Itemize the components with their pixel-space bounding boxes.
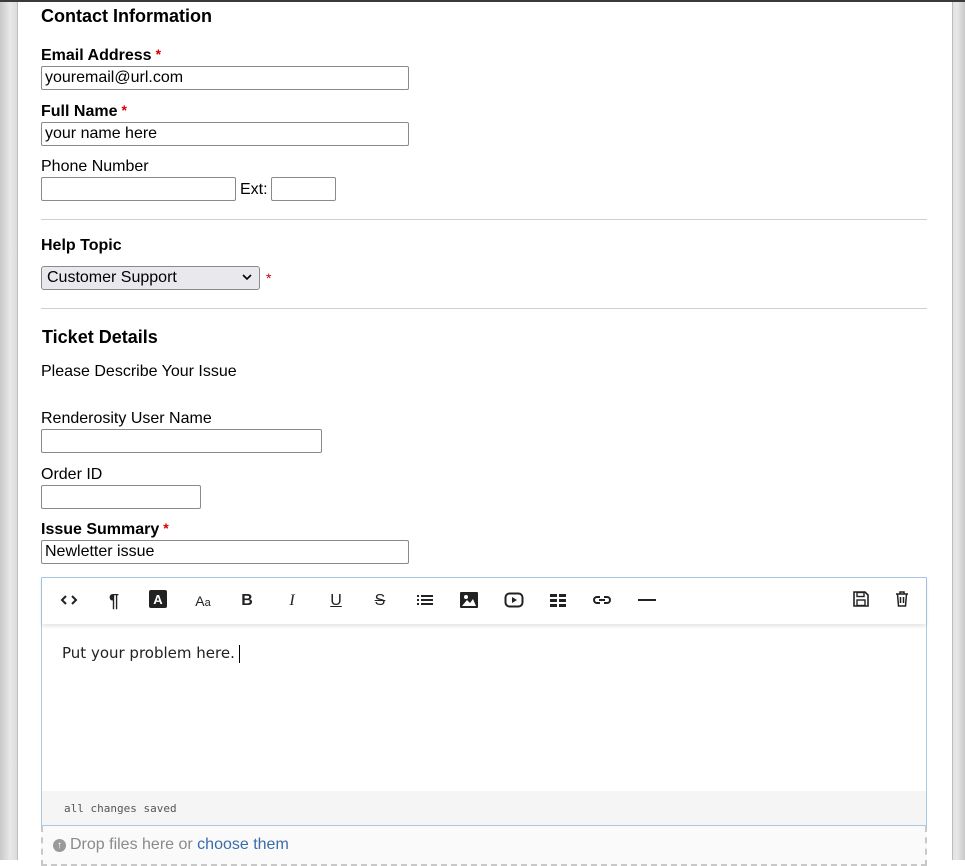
- required-marker: *: [155, 46, 162, 62]
- email-label-text: Email Address: [41, 47, 152, 64]
- ticket-section-title: Ticket Details: [42, 327, 158, 347]
- help-topic-selected: Customer Support: [47, 269, 177, 286]
- chevron-down-icon: [241, 268, 253, 290]
- save-status: all changes saved: [64, 802, 177, 815]
- order-id-label: Order ID: [41, 466, 103, 483]
- required-marker: *: [163, 520, 169, 536]
- video-icon[interactable]: [502, 590, 526, 612]
- drop-files-label: Drop files here or: [70, 836, 198, 853]
- divider: [41, 308, 927, 309]
- username-field[interactable]: [41, 429, 322, 453]
- horizontal-rule-icon[interactable]: [635, 590, 659, 612]
- contact-section-title: Contact Information: [41, 6, 212, 26]
- required-marker: *: [121, 102, 127, 118]
- editor-toolbar: ¶ A Aa B I U S: [42, 578, 926, 624]
- image-icon[interactable]: [457, 590, 481, 612]
- link-icon[interactable]: [590, 590, 614, 612]
- ext-label: Ext:: [240, 181, 268, 198]
- phone-label: Phone Number: [41, 158, 149, 175]
- save-icon[interactable]: [849, 590, 873, 612]
- rich-text-editor: ¶ A Aa B I U S Put your problem here. al…: [41, 577, 927, 826]
- text-caret: [238, 644, 240, 663]
- full-name-label: Full Name *: [41, 102, 127, 121]
- font-size-icon[interactable]: Aa: [191, 590, 215, 612]
- file-drop-zone[interactable]: ↑ Drop files here or choose them: [41, 826, 927, 866]
- italic-icon[interactable]: I: [280, 590, 304, 612]
- strikethrough-icon[interactable]: S: [368, 590, 392, 612]
- issue-summary-label-text: Issue Summary: [41, 521, 160, 538]
- issue-summary-label: Issue Summary *: [41, 520, 169, 539]
- code-icon[interactable]: [57, 590, 81, 612]
- editor-status-bar: all changes saved: [42, 791, 926, 825]
- paragraph-icon[interactable]: ¶: [102, 590, 126, 612]
- issue-summary-field[interactable]: [41, 540, 409, 564]
- username-label: Renderosity User Name: [41, 410, 212, 427]
- editor-content-text: Put your problem here.: [62, 644, 235, 662]
- page-background-right: [951, 0, 965, 860]
- full-name-field[interactable]: [41, 122, 409, 146]
- svg-text:A: A: [153, 592, 163, 607]
- drop-zone-text: ↑ Drop files here or choose them: [53, 836, 289, 854]
- divider: [41, 219, 927, 220]
- editor-content[interactable]: Put your problem here.: [62, 644, 240, 663]
- email-field[interactable]: [41, 66, 409, 90]
- upload-icon: ↑: [53, 839, 66, 852]
- full-name-label-text: Full Name: [41, 103, 118, 120]
- help-topic-select[interactable]: Customer Support: [41, 266, 260, 290]
- help-topic-label: Help Topic: [41, 237, 122, 254]
- bold-icon[interactable]: B: [235, 590, 259, 612]
- page-background-left: [0, 0, 17, 860]
- email-label: Email Address *: [41, 46, 162, 65]
- list-icon[interactable]: [413, 590, 437, 612]
- ext-field[interactable]: [271, 177, 336, 201]
- text-color-icon[interactable]: A: [146, 590, 170, 612]
- phone-field[interactable]: [41, 177, 236, 201]
- trash-icon[interactable]: [890, 590, 914, 612]
- order-id-field[interactable]: [41, 485, 201, 509]
- underline-icon[interactable]: U: [324, 590, 348, 612]
- required-marker: *: [266, 270, 272, 286]
- choose-files-link[interactable]: choose them: [197, 836, 289, 853]
- table-icon[interactable]: [546, 590, 570, 612]
- describe-issue-label: Please Describe Your Issue: [41, 363, 237, 380]
